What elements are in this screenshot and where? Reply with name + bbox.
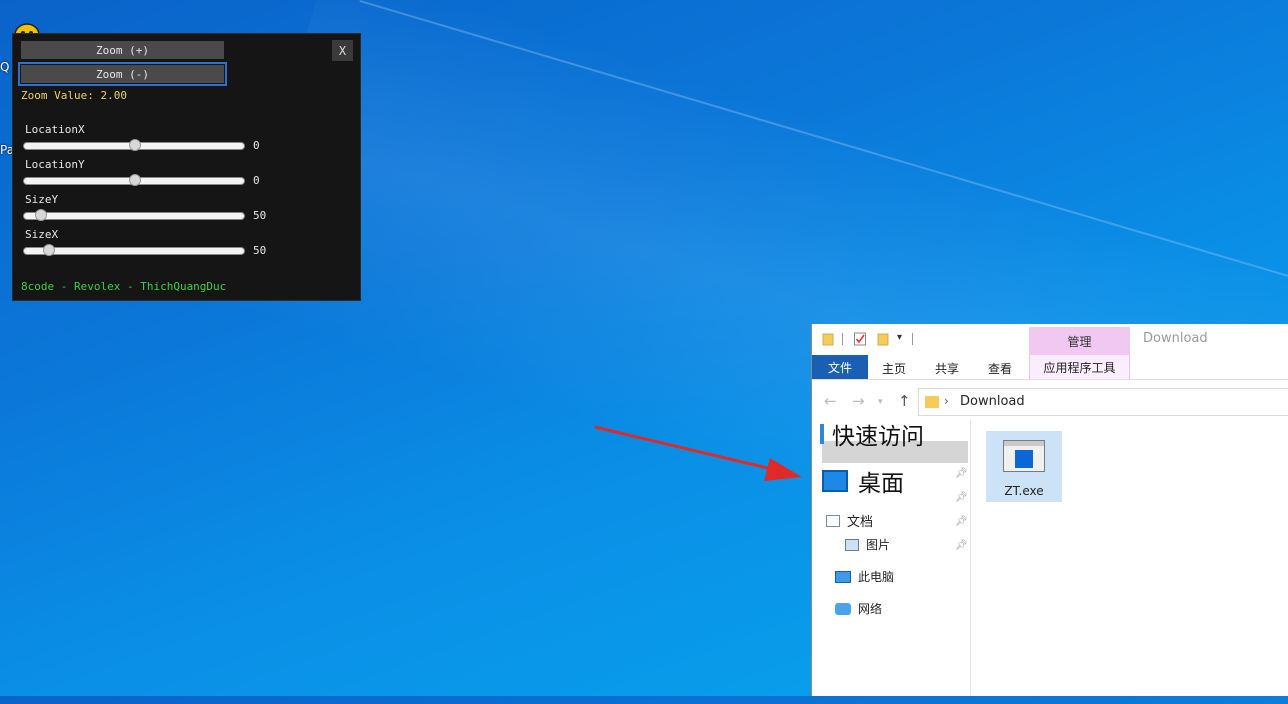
- nav-item-documents[interactable]: 文档: [826, 511, 873, 530]
- forward-arrow-icon[interactable]: →: [852, 392, 865, 410]
- nav-label-this-pc: 此电脑: [858, 570, 895, 584]
- nav-item-quick-access[interactable]: 快速访问: [820, 417, 924, 451]
- network-icon: [835, 602, 851, 615]
- folder-icon: [925, 396, 939, 408]
- nav-item-this-pc[interactable]: 此电脑: [835, 568, 894, 585]
- navigation-pane: 快速访问 桌面 📌︎ 📌︎ 文档 📌︎ 图片 📌︎ 此电脑 网络: [812, 420, 971, 696]
- tab-manage[interactable]: 管理: [1029, 327, 1130, 355]
- pin-icon-3[interactable]: 📌︎: [955, 516, 968, 527]
- recent-dropdown-icon[interactable]: ▾: [878, 397, 883, 407]
- properties-check-icon[interactable]: [854, 332, 866, 346]
- nav-label-quick-access: 快速访问: [832, 424, 924, 450]
- file-name: ZT.exe: [1004, 484, 1044, 498]
- breadcrumb-chevron-icon[interactable]: ›: [944, 394, 949, 408]
- nav-item-pictures[interactable]: 图片: [845, 536, 890, 553]
- desktop-icon: [822, 470, 848, 492]
- tab-file[interactable]: 文件: [812, 355, 868, 379]
- address-bar[interactable]: › Download: [918, 388, 1288, 416]
- pin-icon[interactable]: 📌︎: [955, 468, 968, 479]
- window-title: Download: [1143, 331, 1208, 346]
- new-folder-icon[interactable]: [877, 332, 889, 346]
- documents-icon: [826, 514, 840, 527]
- nav-item-desktop[interactable]: 桌面: [822, 464, 904, 498]
- nav-label-desktop: 桌面: [858, 471, 904, 497]
- computer-icon: [835, 570, 851, 583]
- up-arrow-icon[interactable]: ↑: [898, 392, 911, 410]
- folder-icon[interactable]: [822, 332, 834, 346]
- file-item[interactable]: ZT.exe: [986, 431, 1062, 502]
- tab-home[interactable]: 主页: [882, 360, 906, 377]
- nav-label-documents: 文档: [847, 515, 874, 530]
- customize-dropdown-icon[interactable]: ▾: [897, 332, 902, 343]
- quick-access-star-icon: [820, 424, 824, 444]
- pin-icon-4[interactable]: 📌︎: [955, 540, 968, 551]
- toolbar-divider-2: [912, 333, 913, 345]
- tab-view[interactable]: 查看: [988, 360, 1012, 377]
- file-explorer-window: ▾ 管理 Download 文件 主页 共享 查看 应用程序工具 ← → ▾ ↑…: [811, 324, 1288, 696]
- pin-icon-2[interactable]: 📌︎: [955, 492, 968, 503]
- toolbar-divider: [842, 333, 843, 345]
- nav-item-network[interactable]: 网络: [835, 600, 882, 617]
- tab-share[interactable]: 共享: [935, 360, 959, 377]
- exe-window-icon: [1003, 440, 1045, 472]
- breadcrumb-download[interactable]: Download: [960, 394, 1025, 409]
- nav-label-pictures: 图片: [866, 538, 891, 552]
- back-arrow-icon[interactable]: ←: [824, 392, 837, 410]
- tab-application-tools[interactable]: 应用程序工具: [1029, 355, 1130, 379]
- pictures-icon: [845, 538, 859, 551]
- nav-label-network: 网络: [858, 602, 883, 616]
